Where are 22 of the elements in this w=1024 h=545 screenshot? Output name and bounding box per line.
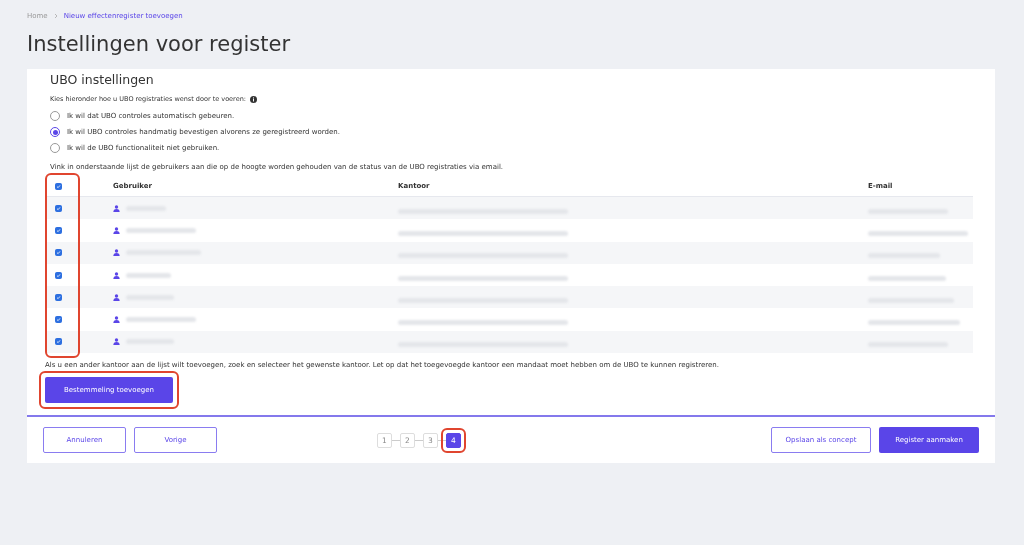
page-title: Instellingen voor register bbox=[27, 32, 292, 56]
info-icon[interactable] bbox=[249, 95, 257, 103]
user-icon bbox=[113, 338, 120, 346]
checkbox[interactable] bbox=[55, 204, 62, 212]
checkbox[interactable] bbox=[55, 249, 62, 257]
user-icon bbox=[113, 316, 120, 324]
chevron-icon bbox=[53, 13, 58, 19]
section-title: UBO instellingen bbox=[50, 72, 155, 87]
user-icon bbox=[113, 293, 120, 301]
user-icon bbox=[113, 271, 120, 279]
checkbox[interactable] bbox=[55, 226, 62, 234]
blurred-text bbox=[126, 317, 196, 323]
blurred-text bbox=[126, 227, 196, 233]
user-icon bbox=[113, 249, 120, 257]
user-icon bbox=[113, 204, 120, 212]
checkbox[interactable] bbox=[55, 293, 62, 301]
checkbox[interactable] bbox=[55, 316, 62, 324]
blurred-text bbox=[126, 272, 171, 278]
checkbox[interactable] bbox=[55, 338, 62, 346]
user-icon bbox=[113, 226, 120, 234]
checkbox[interactable] bbox=[55, 182, 62, 190]
checkbox[interactable] bbox=[55, 271, 62, 279]
